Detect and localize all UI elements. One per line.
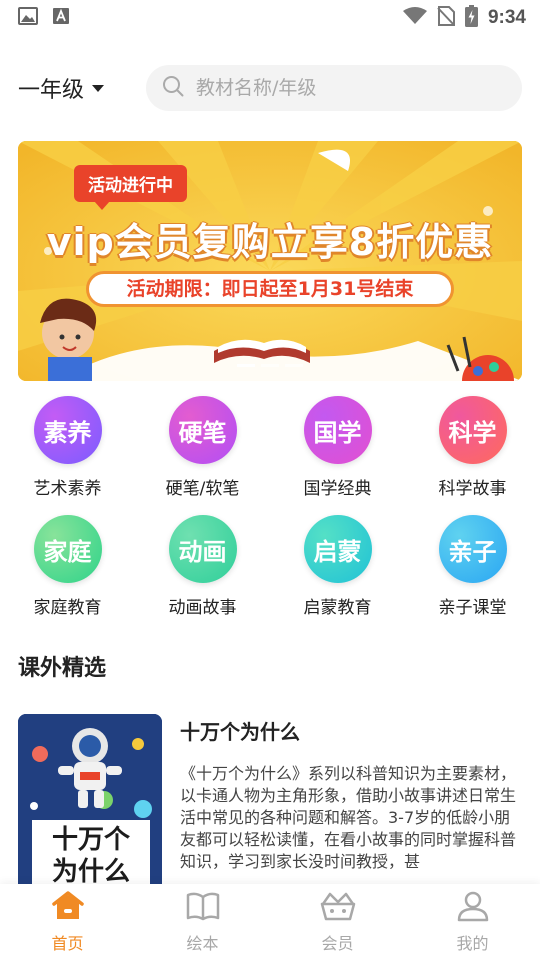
category-item[interactable]: 科学 科学故事 [405, 396, 540, 499]
category-label: 艺术素养 [33, 479, 102, 499]
book-cover-title: 十万个 为什么 [51, 825, 130, 887]
caret-down-icon [92, 84, 105, 92]
category-label: 国学经典 [303, 479, 372, 499]
category-item[interactable]: 家庭 家庭教育 [0, 515, 135, 618]
book-cover: 十万个 为什么 [18, 714, 162, 894]
category-icon: 素养 [33, 396, 102, 464]
search-input[interactable] [196, 77, 506, 99]
carousel-dot [237, 364, 255, 367]
status-time: 9:34 [487, 7, 526, 28]
section-title: 课外精选 [18, 656, 107, 681]
profile-icon [455, 890, 491, 926]
category-icon: 科学 [438, 396, 507, 464]
battery-charging-icon [464, 5, 478, 31]
category-icon: 启蒙 [303, 515, 372, 583]
nav-profile[interactable]: 我的 [405, 884, 540, 960]
category-item[interactable]: 素养 艺术素养 [0, 396, 135, 499]
status-bar: 9:34 [0, 0, 540, 36]
bottom-nav: 首页 绘本 会员 我的 [0, 884, 540, 960]
grade-label: 一年级 [18, 78, 85, 103]
font-notification-icon [52, 7, 70, 29]
category-label: 亲子课堂 [438, 598, 507, 618]
category-icon: 动画 [168, 515, 237, 583]
category-label: 科学故事 [438, 479, 507, 499]
home-icon [50, 890, 86, 926]
banner-tag: 活动进行中 [74, 165, 187, 210]
nav-home[interactable]: 首页 [0, 884, 135, 960]
category-label: 硬笔/软笔 [165, 479, 240, 499]
grade-selector[interactable]: 一年级 [18, 72, 146, 104]
category-item[interactable]: 国学 国学经典 [270, 396, 405, 499]
category-item[interactable]: 启蒙 启蒙教育 [270, 515, 405, 618]
banner-period: 活动期限：即日起至1月31号结束 [86, 271, 454, 307]
carousel-dot [285, 364, 303, 367]
header: 一年级 [0, 62, 540, 114]
no-sim-icon [437, 6, 455, 30]
nav-label: 会员 [321, 934, 354, 953]
category-icon: 亲子 [438, 515, 507, 583]
nav-label: 我的 [456, 934, 489, 953]
category-icon: 家庭 [33, 515, 102, 583]
search-bar[interactable] [146, 65, 522, 111]
crown-basket-icon [319, 890, 357, 926]
category-label: 家庭教育 [33, 598, 102, 618]
gallery-notification-icon [18, 7, 38, 29]
nav-picture-books[interactable]: 绘本 [135, 884, 270, 960]
category-item[interactable]: 动画 动画故事 [135, 515, 270, 618]
book-description: 《十万个为什么》系列以科普知识为主要素材，以卡通人物为主角形象，借助小故事讲述日… [180, 764, 517, 871]
category-icon: 国学 [303, 396, 372, 464]
category-label: 动画故事 [168, 598, 237, 618]
search-icon [162, 75, 184, 101]
promo-banner[interactable]: 活动进行中 vip会员复购立享8折优惠 活动期限：即日起至1月31号结束 [18, 141, 522, 381]
nav-label: 首页 [51, 934, 84, 953]
book-icon [185, 890, 221, 926]
carousel-dot [261, 364, 279, 367]
nav-label: 绘本 [186, 934, 219, 953]
wifi-icon [402, 7, 427, 29]
nav-membership[interactable]: 会员 [270, 884, 405, 960]
category-grid: 素养 艺术素养 硬笔 硬笔/软笔 国学 国学经典 科学 科学故事 家庭 家庭教育 动画 动画故事 启蒙启… [0, 396, 540, 618]
category-icon: 硬笔 [168, 396, 237, 464]
banner-headline: vip会员复购立享8折优惠 [46, 220, 494, 264]
carousel-indicator [18, 364, 522, 367]
category-item[interactable]: 亲子 亲子课堂 [405, 515, 540, 618]
category-label: 启蒙教育 [303, 598, 372, 618]
category-item[interactable]: 硬笔硬笔/软笔 [135, 396, 270, 499]
book-title: 十万个为什么 [180, 720, 300, 744]
book-item[interactable]: 十万个 为什么 十万个为什么 《十万个为什么》系列以科普知识为主要素材，以卡通人物… [18, 714, 522, 894]
